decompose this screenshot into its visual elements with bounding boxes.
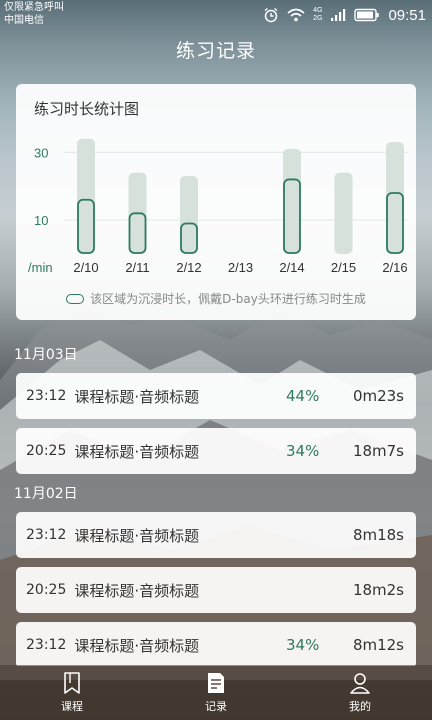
immersive-legend-swatch (66, 293, 85, 304)
total-duration-bar (334, 172, 353, 254)
carrier-line-1: 仅限紧急呼叫 (4, 2, 64, 13)
record-row[interactable]: 23:12 课程标题·音频标题 8m18s (16, 512, 416, 558)
carrier-line-2: 中国电信 (4, 15, 44, 26)
chart-note-text: 该区域为沉浸时长，佩戴D-bay头环进行练习时生成 (90, 292, 366, 306)
alarm-icon (264, 7, 278, 23)
record-duration: 18m2s (352, 581, 404, 599)
x-tick-label: 2/16 (382, 260, 407, 275)
record-time: 23:12 (26, 527, 67, 543)
immersive-duration-bar (283, 178, 301, 254)
network-type-labels: 4G 2G (313, 7, 322, 23)
tab-course-label: 课程 (61, 700, 83, 713)
record-time: 20:25 (26, 443, 67, 459)
record-title: 课程标题·音频标题 (74, 526, 200, 545)
record-time: 20:25 (26, 582, 67, 598)
network-label-4g: 4G (313, 7, 323, 14)
immersive-duration-bar (77, 198, 95, 254)
record-time: 23:12 (26, 637, 67, 653)
tab-course[interactable]: 课程 (0, 665, 144, 720)
record-percent: 44% (286, 387, 320, 405)
record-title: 课程标题·音频标题 (74, 442, 200, 461)
immersive-duration-bar (180, 222, 198, 254)
status-time: 09:51 (388, 6, 426, 24)
document-icon (208, 673, 224, 693)
page-title: 练习记录 (175, 40, 256, 62)
date-header: 11月02日 (14, 486, 78, 502)
bookmark-icon (64, 672, 80, 694)
battery-icon (354, 8, 380, 22)
tab-records[interactable]: 记录 (144, 665, 288, 720)
tab-records-label: 记录 (205, 700, 227, 713)
record-row[interactable]: 20:25 课程标题·音频标题 34% 18m7s (16, 428, 416, 474)
record-duration: 8m12s (352, 636, 404, 654)
date-header: 11月03日 (14, 347, 78, 363)
record-row[interactable]: 23:12 课程标题·音频标题 44% 0m23s (16, 373, 416, 419)
record-duration: 8m18s (352, 526, 404, 544)
wifi-icon (287, 8, 305, 22)
x-tick-label: 2/13 (228, 260, 253, 275)
tab-mine-label: 我的 (349, 700, 371, 713)
record-title: 课程标题·音频标题 (74, 636, 200, 655)
bottom-tab-bar: 课程 记录 我的 (0, 665, 432, 720)
immersive-duration-bar (128, 212, 147, 254)
record-duration: 0m23s (352, 387, 404, 405)
status-bar: 仅限紧急呼叫 中国电信 4G 2G 09:51 (0, 0, 432, 30)
x-tick-label: 2/15 (331, 260, 356, 275)
record-duration: 18m7s (352, 442, 404, 460)
x-tick-label: 2/11 (125, 260, 149, 275)
record-title: 课程标题·音频标题 (74, 581, 200, 600)
person-icon (350, 673, 370, 694)
record-percent: 34% (286, 636, 320, 654)
record-percent: 34% (286, 442, 320, 460)
tab-mine[interactable]: 我的 (288, 665, 432, 720)
signal-icon (331, 9, 346, 21)
x-tick-label: 2/12 (176, 260, 201, 275)
y-tick-label: 30 (34, 145, 48, 160)
status-icons: 4G 2G 09:51 (263, 5, 426, 25)
chart-note: 该区域为沉浸时长，佩戴D-bay头环进行练习时生成 (16, 290, 416, 307)
practice-duration-chart: 10 30/min 2/10 2/11 2/12 2/13 2/14 2/15 2/16 (28, 138, 408, 275)
y-tick-label: 10 (34, 213, 48, 228)
x-tick-label: 2/10 (73, 260, 98, 275)
record-time: 23:12 (26, 388, 67, 404)
network-label-2g: 2G (313, 15, 323, 22)
immersive-duration-bar (386, 192, 404, 254)
chart-title: 练习时长统计图 (34, 100, 140, 118)
record-title: 课程标题·音频标题 (74, 387, 200, 406)
record-row[interactable]: 20:25 课程标题·音频标题 18m2s (16, 567, 416, 613)
y-axis-label: /min (28, 260, 53, 275)
records-list[interactable]: 11月03日 23:12 课程标题·音频标题 44% 0m23s 20:25 课程标题·音频… (0, 336, 432, 666)
x-tick-label: 2/14 (279, 260, 304, 275)
record-row[interactable]: 23:12 课程标题·音频标题 34% 8m12s (16, 622, 416, 666)
practice-duration-chart-card: 10 30/min 2/10 2/11 2/12 2/13 2/14 2/15 2/16 练习时… (16, 84, 416, 320)
